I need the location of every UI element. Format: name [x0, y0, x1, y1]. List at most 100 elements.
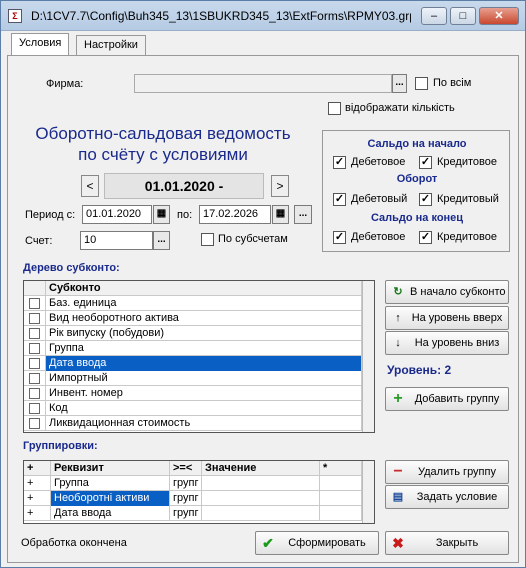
- groupings-table[interactable]: + Реквизит >=< Значение * + Группа групг + Н…: [23, 460, 375, 524]
- start-debit-checkbox[interactable]: ✓: [333, 156, 346, 169]
- subconto-row-label: Инвент. номер: [46, 386, 362, 401]
- groupings-section-title: Группировки:: [23, 440, 98, 452]
- groupings-header-plus: +: [24, 461, 51, 476]
- grouping-cell-op: групг: [170, 476, 202, 491]
- calendar-to-icon[interactable]: ▦: [272, 205, 289, 224]
- account-field[interactable]: 10: [80, 231, 153, 250]
- subconto-row-checkbox[interactable]: [29, 388, 40, 399]
- subconto-row[interactable]: Код: [24, 401, 362, 416]
- filter-icon: ▤: [392, 491, 404, 503]
- subconto-row-check-cell: [24, 371, 46, 386]
- subconto-row-label: Баз. единица: [46, 296, 362, 311]
- close-button[interactable]: ✖ Закрыть: [385, 531, 509, 555]
- subconto-row[interactable]: Группа: [24, 341, 362, 356]
- end-debit-checkbox[interactable]: ✓: [333, 231, 346, 244]
- grouping-cell-star: [320, 476, 362, 491]
- check-icon: ✔: [262, 535, 274, 551]
- grouping-cell-value: [202, 491, 320, 506]
- grouping-cell-plus: +: [24, 506, 51, 521]
- by-subaccounts-label: По субсчетам: [218, 233, 288, 245]
- subconto-row-checkbox[interactable]: [29, 298, 40, 309]
- level-down-button[interactable]: ↓ На уровень вниз: [385, 331, 509, 355]
- subconto-header-check: [24, 281, 46, 296]
- set-condition-button[interactable]: ▤ Задать условие: [385, 485, 509, 509]
- report-title-line1: Оборотно-сальдовая ведомость: [35, 124, 291, 143]
- account-label: Счет:: [25, 235, 53, 247]
- subconto-row-checkbox[interactable]: [29, 358, 40, 369]
- groupings-header-row: + Реквизит >=< Значение *: [24, 461, 374, 476]
- subconto-row-checkbox[interactable]: [29, 418, 40, 429]
- grouping-row[interactable]: + Необоротні активи групг: [24, 491, 362, 506]
- groupings-header-star: *: [320, 461, 362, 476]
- subconto-scrollbar[interactable]: [362, 281, 374, 432]
- subconto-row[interactable]: Ликвидационная стоимость: [24, 416, 362, 431]
- minimize-button[interactable]: –: [421, 7, 447, 25]
- saldo-group: Сальдо на начало ✓ Дебетовое ✓ Кредитово…: [322, 130, 510, 252]
- app-icon: Σ: [8, 9, 22, 23]
- calendar-from-icon[interactable]: ▦: [153, 205, 170, 224]
- groupings-scrollbar[interactable]: [362, 461, 374, 523]
- subconto-row-checkbox[interactable]: [29, 403, 40, 414]
- tab-settings[interactable]: Настройки: [76, 35, 146, 55]
- period-from-field[interactable]: 01.01.2020: [82, 205, 152, 224]
- subconto-table[interactable]: Субконто Баз. единица Вид необоротного ак…: [23, 280, 375, 433]
- end-credit-label: Кредитовое: [437, 231, 497, 243]
- turn-credit-checkbox[interactable]: ✓: [419, 193, 432, 206]
- end-credit-checkbox[interactable]: ✓: [419, 231, 432, 244]
- firm-select-button[interactable]: ...: [392, 74, 407, 93]
- subconto-row-label: Группа: [46, 341, 362, 356]
- subconto-row-checkbox[interactable]: [29, 313, 40, 324]
- by-subaccounts-checkbox[interactable]: [201, 233, 214, 246]
- turn-credit-label: Кредитовый: [437, 193, 499, 205]
- period-prev-button[interactable]: <: [81, 175, 99, 197]
- tab-conditions[interactable]: Условия: [11, 33, 70, 56]
- subconto-row-label: Ликвидационная стоимость: [46, 416, 362, 431]
- title-bar[interactable]: Σ D:\1CV7.7\Config\Buh345_13\1SBUKRD345_…: [1, 1, 525, 31]
- show-qty-checkbox[interactable]: [328, 102, 341, 115]
- delete-group-button[interactable]: − Удалить группу: [385, 460, 509, 484]
- subconto-row[interactable]: Вид необоротного актива: [24, 311, 362, 326]
- status-text: Обработка окончена: [21, 537, 127, 549]
- maximize-button[interactable]: □: [450, 7, 476, 25]
- start-credit-label: Кредитовое: [437, 156, 497, 168]
- grouping-cell-op: групг: [170, 491, 202, 506]
- subconto-row-checkbox[interactable]: [29, 328, 40, 339]
- subconto-row-checkbox[interactable]: [29, 343, 40, 354]
- turnover-title: Оборот: [396, 173, 438, 185]
- turn-debit-checkbox[interactable]: ✓: [333, 193, 346, 206]
- arrow-down-icon: ↓: [395, 337, 401, 349]
- firm-field[interactable]: [134, 74, 392, 93]
- close-window-button[interactable]: ✕: [479, 7, 519, 25]
- subconto-row[interactable]: Рік випуску (побудови): [24, 326, 362, 341]
- grouping-cell-plus: +: [24, 491, 51, 506]
- add-group-button[interactable]: + Добавить группу: [385, 387, 509, 411]
- period-to-field[interactable]: 17.02.2026: [199, 205, 271, 224]
- subconto-row[interactable]: Инвент. номер: [24, 386, 362, 401]
- grouping-row[interactable]: + Дата ввода групг: [24, 506, 362, 521]
- report-window: Σ D:\1CV7.7\Config\Buh345_13\1SBUKRD345_…: [0, 0, 526, 568]
- level-up-button[interactable]: ↑ На уровень вверх: [385, 306, 509, 330]
- subconto-row-label: Вид необоротного актива: [46, 311, 362, 326]
- firm-label: Фирма:: [46, 78, 84, 90]
- subconto-row[interactable]: Импортный: [24, 371, 362, 386]
- all-firms-checkbox[interactable]: [415, 77, 428, 90]
- show-qty-label: відображати кількість: [345, 102, 455, 114]
- turn-debit-label: Дебетовый: [351, 193, 408, 205]
- subconto-row[interactable]: Дата ввода: [24, 356, 362, 371]
- level-indicator: Уровень: 2: [387, 363, 452, 377]
- groupings-header-op: >=<: [170, 461, 202, 476]
- generate-button[interactable]: ✔ Сформировать: [255, 531, 379, 555]
- arrow-up-icon: ↑: [395, 312, 401, 324]
- account-select-button[interactable]: ...: [153, 231, 170, 250]
- start-credit-checkbox[interactable]: ✓: [419, 156, 432, 169]
- subconto-section-title: Дерево субконто:: [23, 262, 120, 274]
- to-start-button[interactable]: ↻ В начало субконто: [385, 280, 509, 304]
- period-more-button[interactable]: ...: [294, 205, 312, 224]
- window-title: D:\1CV7.7\Config\Buh345_13\1SBUKRD345_13…: [31, 9, 411, 23]
- period-next-button[interactable]: >: [271, 175, 289, 197]
- subconto-row-label: Рік випуску (побудови): [46, 326, 362, 341]
- subconto-row-checkbox[interactable]: [29, 373, 40, 384]
- subconto-row[interactable]: Баз. единица: [24, 296, 362, 311]
- grouping-row[interactable]: + Группа групг: [24, 476, 362, 491]
- subconto-row-check-cell: [24, 341, 46, 356]
